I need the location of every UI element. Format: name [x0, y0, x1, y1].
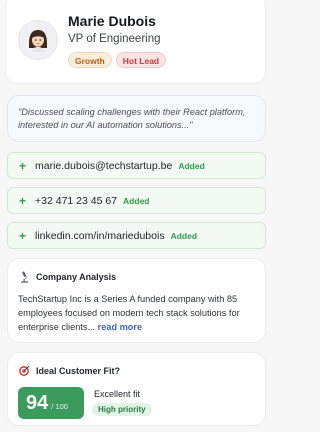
fit-title: Ideal Customer Fit? [36, 366, 121, 376]
email-contact-row[interactable]: + marie.dubois@techstartup.be Added [7, 152, 266, 179]
hot-lead-tag[interactable]: Hot Lead [115, 52, 167, 68]
priority-badge: High priority [92, 403, 152, 416]
plus-icon: + [19, 158, 27, 173]
analysis-title: Company Analysis [36, 272, 117, 282]
growth-tag[interactable]: Growth [68, 52, 112, 68]
linkedin-value: linkedin.com/in/mariedubois [35, 229, 165, 242]
phone-contact-row[interactable]: + +32 471 23 45 67 Added [7, 187, 266, 214]
fit-label: Excellent fit [94, 389, 141, 399]
fit-header: Ideal Customer Fit? [18, 365, 120, 377]
plus-icon: + [19, 228, 27, 243]
added-status: Added [123, 195, 150, 206]
conversation-note: "Discussed scaling challenges with their… [7, 95, 266, 142]
phone-value: +32 471 23 45 67 [35, 194, 118, 207]
linkedin-contact-row[interactable]: + linkedin.com/in/mariedubois Added [7, 222, 266, 249]
contact-role: VP of Engineering [68, 33, 161, 45]
analysis-text: TechStartup Inc is a Series A funded com… [18, 292, 257, 334]
analysis-header: Company Analysis [18, 271, 116, 283]
tag-list: Growth Hot Lead [68, 52, 167, 68]
added-status: Added [170, 230, 198, 241]
fit-score: 94 [26, 392, 49, 414]
microscope-icon [21, 271, 28, 283]
contact-name: Marie Dubois [68, 13, 156, 29]
read-more-link[interactable]: read more [98, 322, 142, 332]
fit-score-badge: 94 / 100 [18, 387, 84, 419]
fit-score-max: / 100 [51, 402, 68, 411]
profile-card: Marie Dubois VP of Engineering Growth Ho… [5, 0, 266, 84]
woman-emoji-icon [29, 30, 47, 52]
avatar [18, 20, 58, 60]
company-analysis-card: Company Analysis TechStartup Inc is a Se… [7, 258, 266, 343]
target-icon [19, 365, 30, 376]
email-value: marie.dubois@techstartup.be [35, 159, 173, 172]
plus-icon: + [19, 193, 27, 208]
customer-fit-card: Ideal Customer Fit? 94 / 100 Excellent f… [7, 352, 266, 426]
added-status: Added [178, 160, 205, 171]
note-text: "Discussed scaling challenges with their… [18, 107, 246, 130]
